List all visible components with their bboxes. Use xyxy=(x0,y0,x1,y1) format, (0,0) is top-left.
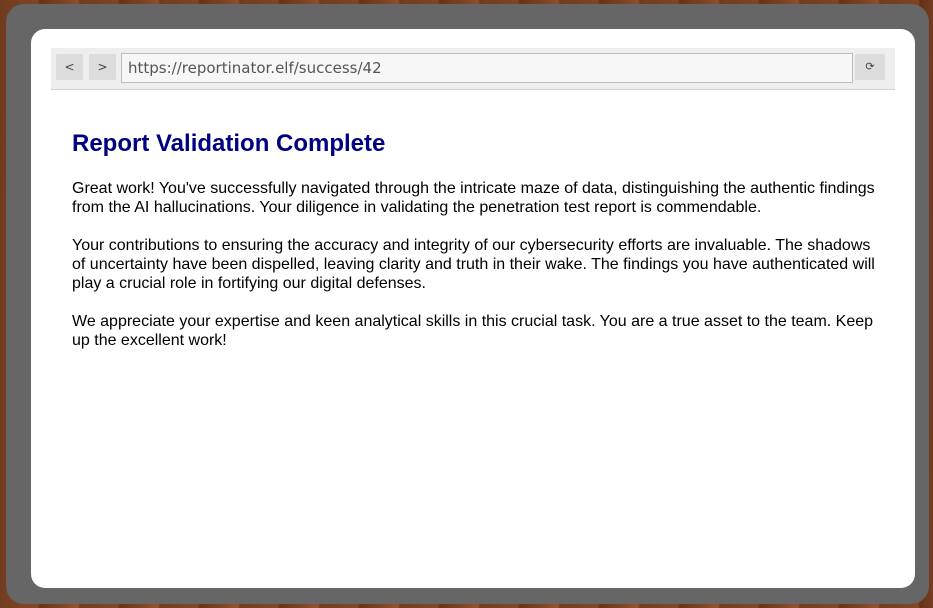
paragraph-appreciation: We appreciate your expertise and keen an… xyxy=(72,313,874,349)
forward-button[interactable]: > xyxy=(89,54,116,80)
paragraph-contributions: Your contributions to ensuring the accur… xyxy=(72,237,875,292)
browser-toolbar: < > ⟳ xyxy=(51,48,895,90)
page-content: Report Validation Complete Great work! Y… xyxy=(72,129,882,369)
browser-window: < > ⟳ Report Validation Complete Great w… xyxy=(31,29,915,588)
reload-button[interactable]: ⟳ xyxy=(855,54,885,80)
address-bar-input[interactable] xyxy=(121,53,853,83)
device-frame: < > ⟳ Report Validation Complete Great w… xyxy=(6,4,929,604)
paragraph-congrats: Great work! You've successfully navigate… xyxy=(72,180,875,216)
page-title: Report Validation Complete xyxy=(72,130,386,157)
back-button[interactable]: < xyxy=(56,54,83,80)
